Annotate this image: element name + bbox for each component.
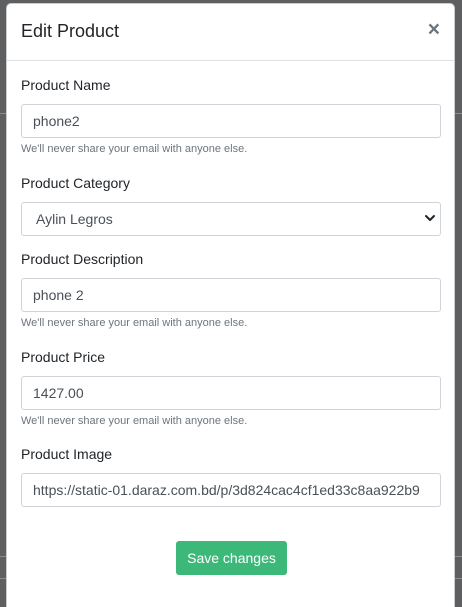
product-description-group: Product Description phone 2 We'll never …	[21, 251, 441, 329]
chevron-down-icon	[425, 215, 435, 221]
product-category-group: Product Category Aylin Legros	[21, 175, 441, 236]
edit-product-modal: Edit Product × Product Name phone2 We'll…	[6, 3, 455, 607]
product-price-label: Product Price	[21, 349, 106, 365]
product-price-help: We'll never share your email with anyone…	[21, 415, 248, 427]
product-image-label: Product Image	[21, 446, 113, 462]
product-name-group: Product Name phone2 We'll never share yo…	[21, 77, 441, 155]
close-button[interactable]: ×	[428, 19, 440, 40]
product-name-help: We'll never share your email with anyone…	[21, 143, 248, 155]
product-category-label: Product Category	[21, 175, 130, 191]
product-name-input[interactable]: phone2	[21, 104, 441, 138]
product-category-select[interactable]: Aylin Legros	[21, 202, 441, 236]
modal-title: Edit Product	[21, 21, 120, 41]
product-price-group: Product Price 1427.00 We'll never share …	[21, 349, 441, 427]
product-name-label: Product Name	[21, 77, 111, 93]
product-description-input[interactable]: phone 2	[21, 278, 441, 312]
modal-footer: Save changes	[7, 541, 456, 575]
save-changes-button[interactable]: Save changes	[176, 541, 287, 575]
product-image-group: Product Image https://static-01.daraz.co…	[21, 446, 441, 507]
modal-header: Edit Product ×	[7, 4, 454, 61]
product-description-label: Product Description	[21, 251, 144, 267]
product-description-help: We'll never share your email with anyone…	[21, 317, 248, 329]
product-price-input[interactable]: 1427.00	[21, 376, 441, 410]
product-image-input[interactable]: https://static-01.daraz.com.bd/p/3d824ca…	[21, 473, 441, 507]
